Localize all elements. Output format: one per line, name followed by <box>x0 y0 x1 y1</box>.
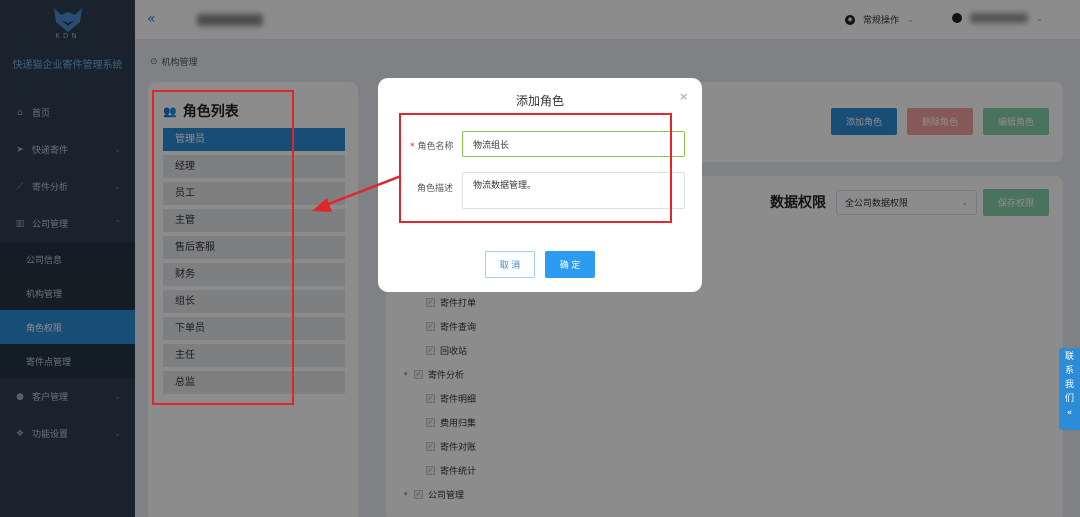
role-name-label: * 角色名称 <box>410 139 454 152</box>
contact-char: 们 <box>1064 394 1074 404</box>
contact-char: 系 <box>1064 366 1074 376</box>
cancel-button[interactable]: 取 消 <box>485 251 535 278</box>
required-asterisk: * <box>410 142 415 152</box>
role-name-label-text: 角色名称 <box>417 142 454 152</box>
contact-char: 联 <box>1064 352 1074 362</box>
contact-char: 我 <box>1064 380 1074 390</box>
double-chevron-left-icon: « <box>1066 408 1073 418</box>
role-desc-label: 角色描述 <box>417 184 454 194</box>
contact-us-tab[interactable]: 联 系 我 们 « <box>1059 348 1080 430</box>
role-name-input[interactable] <box>462 131 685 157</box>
dialog-title: 添加角色 <box>515 94 564 108</box>
close-icon[interactable]: × <box>679 90 688 103</box>
confirm-button[interactable]: 确 定 <box>545 251 595 278</box>
role-desc-textarea[interactable]: 物流数据管理。 <box>462 172 685 209</box>
